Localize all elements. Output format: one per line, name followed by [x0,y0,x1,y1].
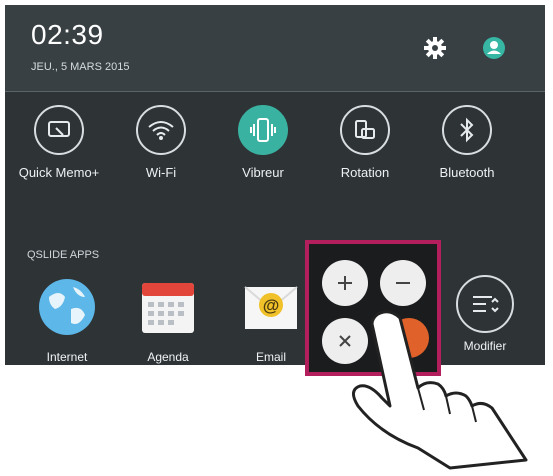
user-icon[interactable] [482,36,506,60]
qs-rotation[interactable]: Rotation [321,105,409,181]
email-icon: @ [244,286,298,329]
wifi-icon [136,105,186,155]
qs-label: Rotation [340,165,390,180]
clock-time: 02:39 [31,19,104,50]
app-label: Agenda [147,350,189,364]
pointing-hand-icon [352,310,528,470]
qs-wifi[interactable]: Wi-Fi [117,105,205,181]
plus-icon [338,276,352,290]
clock-date: JEU., 5 MARS 2015 [31,61,130,73]
bluetooth-icon [442,105,492,155]
app-label: Internet [46,350,88,364]
minus-icon [396,282,410,284]
qs-label: Bluetooth [439,165,495,180]
gear-icon[interactable] [423,36,447,60]
minus-button[interactable] [380,260,426,306]
quickmemo-icon [34,105,84,155]
vibrate-icon [238,105,288,155]
qs-vibrate[interactable]: Vibreur [219,105,307,181]
rotation-icon [340,105,390,155]
plus-button[interactable] [322,260,368,306]
app-email[interactable]: @ Email [229,275,313,364]
qs-quickmemo[interactable]: Quick Memo+ [15,105,103,181]
qslide-title: QSLIDE APPS [27,249,100,261]
calendar-icon [142,283,194,333]
qs-label: Wi-Fi [145,165,177,180]
app-label: Email [255,350,286,364]
svg-text:@: @ [263,296,280,315]
app-internet[interactable]: Internet [25,275,109,364]
qs-label: Quick Memo+ [18,165,100,180]
qs-bluetooth[interactable]: Bluetooth [423,105,511,181]
app-agenda[interactable]: Agenda [126,275,210,364]
globe-icon [39,279,95,335]
qs-label: Vibreur [242,165,284,180]
status-header: 02:39 JEU., 5 MARS 2015 [5,5,545,92]
